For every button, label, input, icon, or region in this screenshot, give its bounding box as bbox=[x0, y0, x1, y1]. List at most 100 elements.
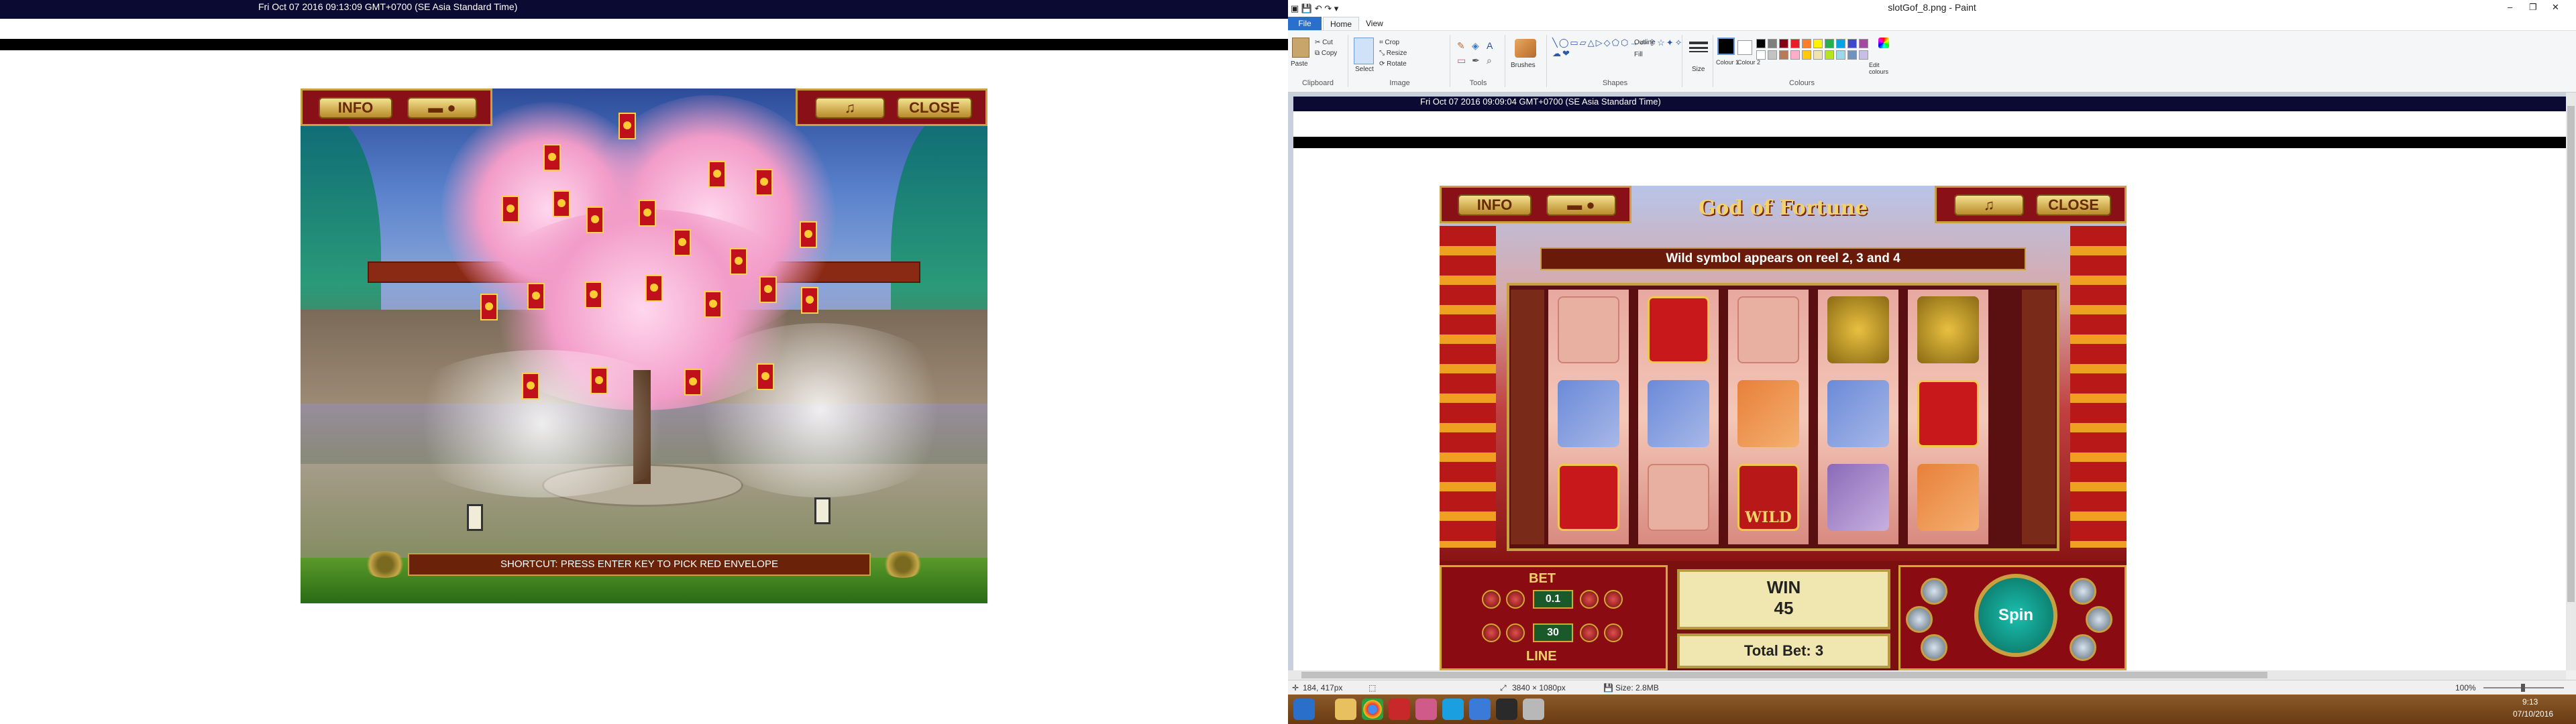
red-envelope[interactable] bbox=[527, 283, 545, 310]
palette-swatch[interactable] bbox=[1847, 39, 1857, 48]
palette-swatch[interactable] bbox=[1768, 50, 1777, 60]
brush-icon[interactable] bbox=[1515, 39, 1536, 58]
red-envelope[interactable] bbox=[755, 169, 773, 196]
red-envelope[interactable] bbox=[553, 190, 570, 217]
red-envelope[interactable] bbox=[757, 363, 774, 390]
clock-date[interactable]: 07/10/2016 bbox=[2513, 709, 2553, 719]
resize-button[interactable]: ⤡ Resize bbox=[1379, 50, 1407, 57]
lines-decrease-button[interactable] bbox=[1506, 623, 1525, 642]
palette-swatch[interactable] bbox=[1802, 39, 1811, 48]
size-line-icon[interactable] bbox=[1689, 42, 1708, 44]
palette-swatch[interactable] bbox=[1756, 39, 1766, 48]
red-envelope[interactable] bbox=[522, 373, 539, 400]
file-explorer-icon[interactable] bbox=[1335, 699, 1356, 720]
palette-swatch[interactable] bbox=[1836, 50, 1845, 60]
palette-swatch[interactable] bbox=[1825, 39, 1834, 48]
vertical-scrollbar[interactable] bbox=[2566, 93, 2576, 670]
gamble-button[interactable] bbox=[2086, 606, 2112, 633]
text-icon[interactable]: A bbox=[1487, 40, 1493, 51]
palette-swatch[interactable] bbox=[1847, 50, 1857, 60]
red-envelope[interactable] bbox=[639, 200, 656, 227]
fill-button[interactable]: Fill bbox=[1634, 51, 1643, 58]
palette-swatch[interactable] bbox=[1825, 50, 1834, 60]
clock-time[interactable]: 9:13 bbox=[2522, 697, 2538, 707]
sound-button[interactable]: ♫ bbox=[1954, 194, 2024, 216]
maximize-button[interactable]: ❐ bbox=[2529, 0, 2537, 15]
close-window-button[interactable]: ✕ bbox=[2552, 0, 2559, 15]
edit-colours-icon[interactable] bbox=[1878, 38, 1889, 48]
lines-max-button[interactable] bbox=[1604, 623, 1623, 642]
scroll-thumb[interactable] bbox=[1301, 672, 2267, 678]
palette-swatch[interactable] bbox=[1802, 50, 1811, 60]
colour2-swatch[interactable] bbox=[1737, 40, 1752, 55]
spin-button[interactable]: Spin bbox=[1974, 574, 2057, 657]
info-button[interactable]: INFO bbox=[319, 97, 392, 119]
close-button[interactable]: CLOSE bbox=[897, 97, 972, 119]
autoplay-button[interactable] bbox=[1921, 578, 1947, 605]
start-button[interactable] bbox=[1293, 699, 1315, 720]
palette-swatch[interactable] bbox=[1768, 39, 1777, 48]
rotate-button[interactable]: ⟳ Rotate bbox=[1379, 60, 1407, 68]
cut-button[interactable]: ✂ Cut bbox=[1315, 39, 1333, 46]
view-tab[interactable]: View bbox=[1359, 17, 1390, 30]
red-envelope[interactable] bbox=[730, 248, 747, 275]
red-envelope[interactable] bbox=[645, 275, 663, 302]
home-tab[interactable]: Home bbox=[1323, 17, 1360, 30]
paytable-button[interactable]: ▬ ● bbox=[1546, 194, 1616, 216]
pencil-icon[interactable]: ✎ bbox=[1457, 40, 1465, 52]
info-button[interactable]: INFO bbox=[1458, 194, 1532, 216]
outline-button[interactable]: Outline bbox=[1634, 39, 1656, 46]
image-canvas[interactable]: Fri Oct 07 2016 09:09:04 GMT+0700 (SE As… bbox=[1293, 97, 2567, 670]
palette-swatch[interactable] bbox=[1779, 50, 1788, 60]
color-picker-icon[interactable]: ✒ bbox=[1472, 55, 1480, 66]
red-envelope[interactable] bbox=[801, 287, 818, 314]
app-icon[interactable] bbox=[1469, 699, 1491, 720]
paytable-button[interactable]: ▬ ● bbox=[407, 97, 477, 119]
red-envelope[interactable] bbox=[502, 196, 519, 223]
red-envelope[interactable] bbox=[480, 294, 498, 320]
colour1-swatch[interactable] bbox=[1717, 38, 1735, 55]
red-envelope[interactable] bbox=[585, 282, 602, 308]
shapes-gallery[interactable]: ╲◯▭▱△▷◇⬠⬡→⇦⇧☆✦✧☁❤ bbox=[1552, 38, 1682, 71]
settings-button[interactable] bbox=[1921, 634, 1947, 661]
red-envelope[interactable] bbox=[586, 206, 604, 233]
palette-swatch[interactable] bbox=[1790, 39, 1800, 48]
lines-min-button[interactable] bbox=[1482, 623, 1501, 642]
palette-swatch[interactable] bbox=[1756, 50, 1766, 60]
magnifier-icon[interactable]: ⌕ bbox=[1487, 55, 1492, 66]
palette-swatch[interactable] bbox=[1779, 39, 1788, 48]
red-envelope[interactable] bbox=[619, 113, 636, 139]
palette-swatch[interactable] bbox=[1813, 39, 1823, 48]
bet-max-button[interactable] bbox=[1604, 590, 1623, 609]
fill-icon[interactable]: ◈ bbox=[1472, 40, 1479, 52]
terminal-icon[interactable] bbox=[1496, 699, 1517, 720]
max-bet-button[interactable] bbox=[2070, 578, 2096, 605]
close-button[interactable]: CLOSE bbox=[2036, 194, 2111, 216]
minimize-button[interactable]: – bbox=[2508, 0, 2512, 15]
skype-icon[interactable] bbox=[1442, 699, 1464, 720]
sound-button[interactable]: ♫ bbox=[815, 97, 885, 119]
red-envelope[interactable] bbox=[590, 367, 608, 394]
turbo-button[interactable] bbox=[1906, 606, 1933, 633]
app-icon[interactable] bbox=[1415, 699, 1437, 720]
chrome-icon[interactable] bbox=[1362, 699, 1383, 720]
scroll-thumb[interactable] bbox=[2567, 106, 2575, 602]
crop-button[interactable]: ⌗ Crop bbox=[1379, 39, 1399, 46]
horizontal-scrollbar[interactable] bbox=[1288, 670, 2566, 680]
quick-access-icons[interactable]: ▣ 💾 ↶ ↷ ▾ bbox=[1291, 1, 1338, 16]
red-envelope[interactable] bbox=[543, 144, 561, 171]
zoom-slider-thumb[interactable] bbox=[2521, 684, 2525, 692]
palette-swatch[interactable] bbox=[1813, 50, 1823, 60]
palette-swatch[interactable] bbox=[1790, 50, 1800, 60]
bet-min-button[interactable] bbox=[1482, 590, 1501, 609]
stop-button[interactable] bbox=[2070, 634, 2096, 661]
red-envelope[interactable] bbox=[674, 229, 691, 256]
red-envelope[interactable] bbox=[704, 291, 722, 318]
paste-button[interactable]: Paste bbox=[1291, 60, 1308, 68]
select-button[interactable] bbox=[1354, 38, 1374, 64]
app-icon[interactable] bbox=[1389, 699, 1410, 720]
red-envelope[interactable] bbox=[708, 161, 726, 188]
eraser-icon[interactable]: ▭ bbox=[1457, 55, 1466, 66]
paint-icon[interactable] bbox=[1523, 699, 1544, 720]
red-envelope[interactable] bbox=[759, 276, 777, 303]
